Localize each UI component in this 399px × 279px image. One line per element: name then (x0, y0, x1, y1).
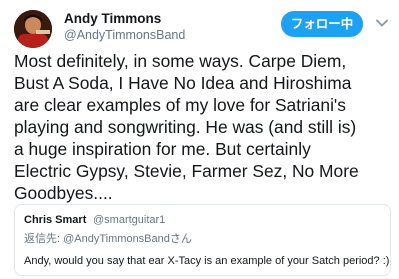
author-handle[interactable]: @AndyTimmonsBand (64, 28, 185, 42)
quoted-tweet[interactable]: Chris Smart @smartguitar1 返信先: @AndyTimm… (14, 204, 391, 276)
reply-prefix: 返信先: (24, 233, 61, 245)
following-button[interactable]: フォロー中 (281, 11, 363, 37)
quoted-author-name: Chris Smart (24, 214, 87, 226)
quoted-author-handle: @smartguitar1 (93, 214, 166, 226)
quoted-tweet-text: Andy, would you say that ear X-Tacy is a… (24, 255, 390, 267)
tweet-text: Most definitely, in some ways. Carpe Die… (14, 51, 359, 203)
author-avatar[interactable] (14, 10, 52, 48)
reply-to-link[interactable]: @AndyTimmonsBandさん (63, 233, 192, 245)
chevron-down-icon[interactable] (374, 15, 390, 31)
author-name[interactable]: Andy Timmons (64, 11, 161, 26)
reply-context: 返信先: @AndyTimmonsBandさん (24, 230, 192, 246)
tweet-card: Andy Timmons @AndyTimmonsBand フォロー中 Most… (0, 0, 399, 279)
